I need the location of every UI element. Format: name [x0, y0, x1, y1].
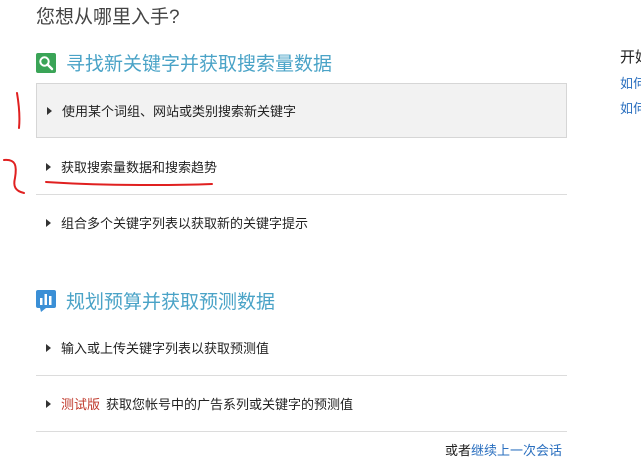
section-title: 寻找新关键字并获取搜索量数据 [66, 54, 333, 75]
divider [36, 431, 567, 432]
section-title: 规划预算并获取预测数据 [66, 292, 276, 313]
expand-arrow-icon [46, 399, 51, 408]
annotation-bracket [3, 158, 25, 194]
section-plan-budget-header: 规划预算并获取预测数据 [36, 287, 275, 314]
continue-session-link[interactable]: 继续上一次会话 [471, 443, 562, 458]
side-panel-title: 开始 [620, 49, 641, 66]
beta-badge: 测试版 [61, 397, 101, 412]
bar-chart-icon [36, 289, 56, 312]
option-search-new-keywords[interactable]: 使用某个词组、网站或类别搜索新关键字 [36, 83, 567, 138]
option-label: 获取您帐号中的广告系列或关键字的预测值 [106, 397, 354, 412]
option-campaign-forecast[interactable]: 测试版 获取您帐号中的广告系列或关键字的预测值 [36, 376, 567, 431]
option-combine-keyword-lists[interactable]: 组合多个关键字列表以获取新的关键字提示 [36, 195, 567, 250]
annotation-vertical-stroke [16, 92, 21, 129]
side-help-link-1[interactable]: 如何 [620, 73, 641, 92]
expand-arrow-icon [47, 106, 52, 115]
expand-arrow-icon [46, 218, 51, 227]
option-label: 组合多个关键字列表以获取新的关键字提示 [61, 216, 309, 231]
expand-arrow-icon [46, 162, 51, 171]
option-label: 输入或上传关键字列表以获取预测值 [61, 341, 270, 356]
option-get-search-volume[interactable]: 获取搜索量数据和搜索趋势 [36, 139, 567, 194]
search-icon [36, 52, 56, 73]
side-help-link-2[interactable]: 如何 [620, 98, 641, 117]
option-upload-keyword-list[interactable]: 输入或上传关键字列表以获取预测值 [36, 320, 567, 375]
section-find-keywords-header: 寻找新关键字并获取搜索量数据 [36, 49, 332, 76]
expand-arrow-icon [46, 343, 51, 352]
option-label: 获取搜索量数据和搜索趋势 [61, 160, 218, 175]
footer: 或者继续上一次会话 [445, 440, 562, 459]
page-heading: 您想从哪里入手? [36, 7, 180, 28]
option-label: 使用某个词组、网站或类别搜索新关键字 [62, 104, 297, 119]
footer-prefix: 或者 [445, 443, 472, 458]
side-panel: 开始 如何 如何 [620, 46, 641, 117]
